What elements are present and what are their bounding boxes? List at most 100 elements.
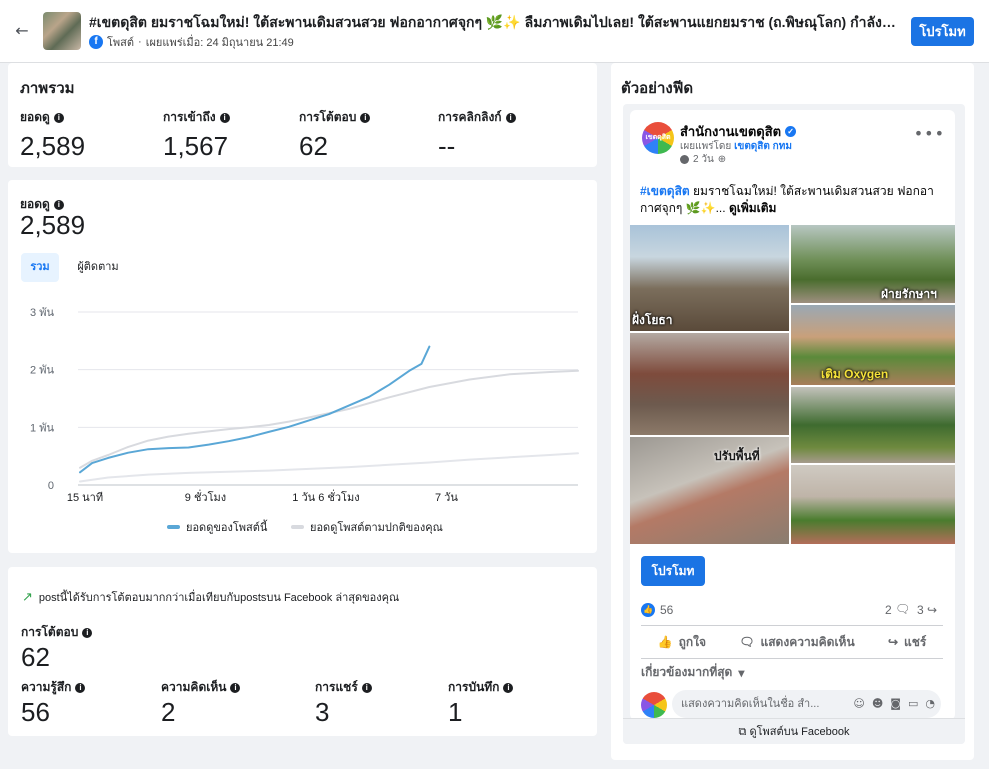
info-icon[interactable]: i <box>230 682 241 693</box>
metric-value: 3 <box>315 697 330 727</box>
metric-label: การเข้าถึง <box>163 110 216 124</box>
metric-value: 2 <box>161 697 176 727</box>
photo-2[interactable]: ฝ่ายรักษาฯ <box>791 225 955 303</box>
info-icon[interactable]: i <box>53 112 64 123</box>
post-thumbnail <box>43 12 81 50</box>
metric-link-clicks: การคลิกลิงก์ i -- <box>438 108 516 162</box>
facebook-post-preview: เขตดุสิต สำนักงานเขตดุสิต ✓ เผยแพร่โดย เ… <box>630 110 955 720</box>
views-chart-card: ยอดดู i 2,589 รวม ผู้ติดตาม 01 พัน 2 พัน 3 … <box>8 180 597 553</box>
metric-value: 1,567 <box>163 131 229 161</box>
more-options-icon[interactable]: ••• <box>914 124 945 143</box>
page-avatar[interactable]: เขตดุสิต <box>642 122 674 154</box>
metric-label: การแชร์ <box>315 680 358 694</box>
see-more-link[interactable]: ดูเพิ่มเติม <box>729 201 777 215</box>
overview-card: ภาพรวม ยอดดู i 2,589 การเข้าถึง i 1,567 กา… <box>8 63 597 167</box>
emoji-icon[interactable]: ☻ <box>872 690 883 718</box>
legend-item-this-post: ยอดดูของโพสต์นี้ <box>167 520 267 534</box>
trend-row: ↗ postนี้ได้รับการโต้ตอบมากกว่าเมื่อเทีย… <box>22 588 399 606</box>
legend-label: ยอดดูโพสต์ตามปกติของคุณ <box>310 522 443 534</box>
verified-badge-icon: ✓ <box>785 126 797 137</box>
y-tick-label: 3 พัน <box>30 307 54 319</box>
photo-3[interactable]: เติม Oxygen <box>791 305 955 385</box>
published-by-name[interactable]: เขตดุสิต กทม <box>734 141 792 152</box>
share-count[interactable]: 3 <box>917 603 924 617</box>
photo-1[interactable]: ฝั่งโยธา <box>630 225 789 331</box>
photo-grid[interactable]: ฝั่งโยธา ฝ่ายรักษาฯ เติม Oxygen ปรับพื้น… <box>630 225 955 544</box>
post-hashtag[interactable]: #เขตดุสิต <box>640 184 690 198</box>
comment-sort-dropdown[interactable]: เกี่ยวข้องมากที่สุด ▾ <box>641 663 744 682</box>
metric-label: การโต้ตอบ <box>21 625 79 639</box>
info-icon[interactable]: i <box>75 682 86 693</box>
info-icon[interactable]: i <box>219 112 230 123</box>
promote-inline-button[interactable]: โปรโมท <box>641 556 705 586</box>
published-date: เผยแพร่เมื่อ: 24 มิถุนายน 21:49 <box>145 37 294 49</box>
metric-reactions: ความรู้สึก i 56 <box>21 678 86 728</box>
feed-preview-title: ตัวอย่างฟีด <box>621 80 694 97</box>
legend-swatch <box>291 525 304 529</box>
post-text: #เขตดุสิต ยมราชโฉมใหม่! ใต้สะพานเดิมสวนส… <box>640 183 945 217</box>
series-line <box>79 369 579 469</box>
info-circle-icon <box>680 155 689 164</box>
feed-preview-card: ตัวอย่างฟีด เขตดุสิต สำนักงานเขตดุสิต ✓ … <box>611 63 974 760</box>
chart-metric-value: 2,589 <box>20 210 86 240</box>
legend-label: ยอดดูของโพสต์นี้ <box>186 522 268 534</box>
promote-button[interactable]: โปรโมท <box>911 17 974 46</box>
legend-swatch <box>167 525 180 529</box>
metric-interactions-total: การโต้ตอบ i 62 <box>21 623 93 673</box>
sticker-icon[interactable]: ◔ <box>925 690 935 718</box>
info-icon[interactable]: i <box>361 682 372 693</box>
tab-followers[interactable]: ผู้ติดตาม <box>70 253 126 282</box>
external-link-icon: ⧉ <box>738 726 747 738</box>
reaction-count[interactable]: 56 <box>660 603 673 617</box>
gif-icon[interactable]: ▭ <box>908 690 918 718</box>
camera-icon[interactable]: ◙ <box>890 690 901 718</box>
series-line <box>79 345 431 474</box>
info-icon[interactable]: i <box>82 627 93 638</box>
comment-bubble-icon: 🗨 <box>895 602 911 616</box>
metric-views: ยอดดู i 2,589 <box>20 108 85 162</box>
info-icon[interactable]: i <box>503 682 514 693</box>
comment-composer: แสดงความคิดเห็นในชื่อ สำ... ☺ ☻ ◙ ▭ ◔ <box>641 690 943 718</box>
photo-5[interactable]: ปรับพื้นที่ <box>630 437 789 544</box>
chevron-down-icon: ▾ <box>738 665 745 680</box>
photo-caption: เติม Oxygen <box>821 367 889 381</box>
trending-up-icon: ↗ <box>22 589 33 604</box>
arrow-left-icon[interactable]: ← <box>10 20 34 42</box>
metric-interactions: การโต้ตอบ i 62 <box>299 108 371 162</box>
view-on-facebook-link[interactable]: ⧉ ดูโพสต์บน Facebook <box>623 718 965 744</box>
comment-button[interactable]: 🗨 แสดงความคิดเห็น <box>739 633 854 652</box>
photo-4[interactable] <box>630 333 789 435</box>
photo-7[interactable] <box>791 465 955 544</box>
post-meta: f โพสต์ · เผยแพร่เมื่อ: 24 มิถุนายน 21:4… <box>89 34 294 50</box>
comment-tools: ☺ ☻ ◙ ▭ ◔ <box>853 690 935 718</box>
info-icon[interactable]: i <box>53 199 64 210</box>
metric-shares: การแชร์ i 3 <box>315 678 372 728</box>
tab-total[interactable]: รวม <box>21 253 59 282</box>
thumbs-up-icon: 👍 <box>657 635 673 649</box>
metric-label: ความรู้สึก <box>21 680 72 694</box>
x-tick-label: 9 ชั่วโมง <box>185 489 226 504</box>
overview-title: ภาพรวม <box>20 80 75 97</box>
comment-count[interactable]: 2 <box>885 603 892 617</box>
photo-6[interactable] <box>791 387 955 463</box>
info-icon[interactable]: i <box>360 112 371 123</box>
comment-sort-label: เกี่ยวข้องมากที่สุด <box>641 665 733 679</box>
reaction-summary: 👍 56 2 🗨 3 ↪ <box>641 602 943 619</box>
post-title: #เขตดุสิต ยมราชโฉมใหม่! ใต้สะพานเดิมสวนส… <box>89 14 899 30</box>
view-on-facebook-label: ดูโพสต์บน Facebook <box>749 726 850 738</box>
like-button[interactable]: 👍 ถูกใจ <box>658 633 706 652</box>
info-icon[interactable]: i <box>505 112 516 123</box>
share-button[interactable]: ↪ แชร์ <box>888 633 926 652</box>
post-time-text[interactable]: 2 วัน <box>693 152 714 167</box>
published-by-prefix: เผยแพร่โดย <box>680 141 732 152</box>
views-line-chart: 0 1 พัน 2 พัน 3 พัน 15 นาที 9 ชั่วโมง 1 วัน 6 … <box>30 307 579 504</box>
x-tick-label: 1 วัน 6 ชั่วโมง <box>292 489 359 504</box>
legend-item-typical: ยอดดูโพสต์ตามปกติของคุณ <box>291 520 443 534</box>
x-tick-label: 15 นาที <box>67 491 103 504</box>
metric-label: ความคิดเห็น <box>161 680 227 694</box>
metric-label: ยอดดู <box>20 110 50 124</box>
avatar-sticker-icon[interactable]: ☺ <box>853 690 864 718</box>
post-type: โพสต์ <box>107 37 135 49</box>
y-tick-label: 0 <box>48 480 54 492</box>
engagement-card: ↗ postนี้ได้รับการโต้ตอบมากกว่าเมื่อเทีย… <box>8 567 597 736</box>
